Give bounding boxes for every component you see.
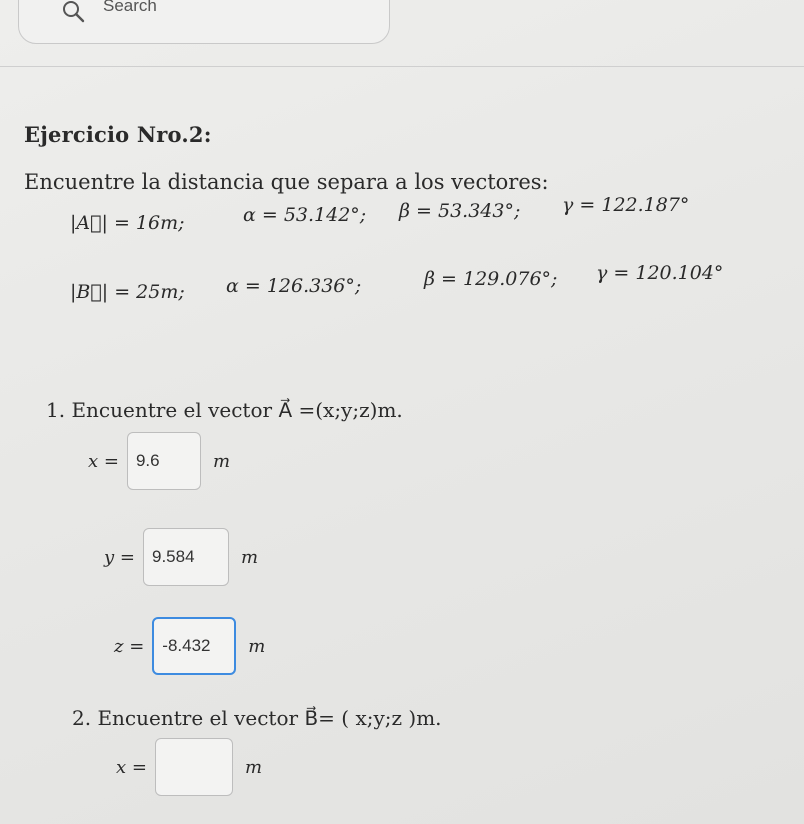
answer-row-x: x = m [88,432,230,490]
answer-input-z[interactable] [152,617,237,675]
question-1-suffix: =(x;y;z)m. [292,398,403,422]
answer-input-b-x[interactable] [154,738,233,796]
vector-b-alpha: α = 126.336°; [226,275,362,297]
question-1-prefix: 1. Encuentre el vector [46,398,279,422]
question-1-vector: A⃗ [278,398,293,422]
vector-a-alpha: α = 53.142°; [243,204,367,226]
answer-label-y: y = [104,546,135,568]
answer-label-z: z = [114,635,145,657]
answer-unit-x: m [212,450,231,472]
exercise-title: Ejercicio Nro.2: [24,122,212,147]
vector-b-magnitude: |B⃗| = 25m; [70,281,185,303]
exercise-statement: Encuentre la distancia que separa a los … [24,170,549,194]
search-icon [63,1,85,23]
answer-unit-b-x: m [244,756,263,778]
question-2-vector: B⃗ [304,706,319,730]
question-2-suffix: = ( x;y;z )m. [318,706,442,730]
vector-a-beta: β = 53.343°; [399,200,521,222]
answer-label-x: x = [88,450,119,472]
answer-row-b-x: x = m [116,738,262,796]
answer-label-b-x: x = [116,756,147,778]
answer-input-y[interactable] [142,528,229,586]
header-divider [0,66,804,67]
answer-unit-y: m [240,546,259,568]
answer-unit-z: m [248,635,266,657]
vector-a-gamma: γ = 122.187° [562,194,690,216]
vector-b-gamma: γ = 120.104° [596,262,724,284]
question-1-text: 1. Encuentre el vector A⃗ =(x;y;z)m. [46,398,403,422]
question-2-text: 2. Encuentre el vector B⃗= ( x;y;z )m. [72,706,442,730]
search-bar[interactable] [18,0,390,44]
question-2-prefix: 2. Encuentre el vector [72,706,305,730]
answer-row-z: z = m [114,617,265,675]
search-input[interactable] [101,0,355,17]
answer-row-y: y = m [104,528,258,586]
answer-input-x[interactable] [126,432,201,490]
vector-b-beta: β = 129.076°; [424,268,558,290]
vector-a-magnitude: |A⃗| = 16m; [70,212,185,234]
